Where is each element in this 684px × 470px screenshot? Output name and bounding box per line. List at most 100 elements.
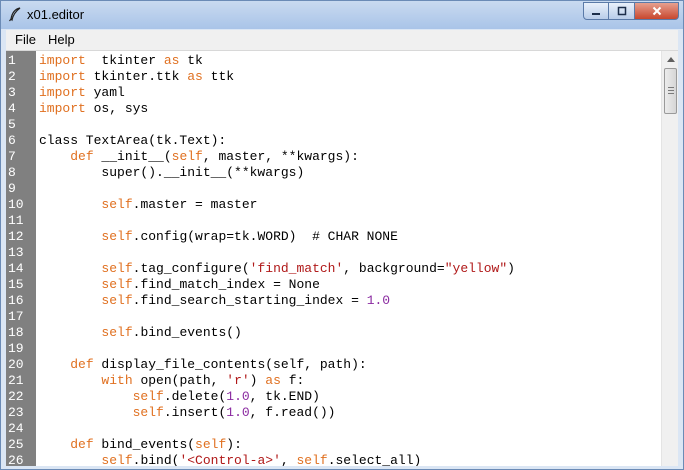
code-line: def __init__(self, master, **kwargs):	[39, 149, 359, 165]
code-token: .bind(	[132, 453, 180, 466]
line-number: 8	[8, 165, 16, 180]
code-token: as	[265, 373, 281, 388]
code-token: "yellow"	[444, 261, 508, 276]
code-token: .tag_configure(	[132, 261, 250, 276]
code-token: .insert(	[163, 405, 227, 420]
editor-client: 1 2 3 4 5 6 7 8 9 10 11 12 13 14 15 16 17 18 19 20 21 22 23 24 2…	[6, 51, 678, 466]
code-token: self	[101, 277, 133, 292]
text-area[interactable]: import tkinter as tk import tkinter.ttk a…	[36, 51, 661, 466]
code-token: with	[101, 373, 133, 388]
code-token: ,	[280, 453, 297, 466]
code-token: self	[101, 229, 133, 244]
code-token: , master, **kwargs):	[202, 149, 359, 164]
line-number: 17	[8, 309, 24, 324]
code-line: def display_file_contents(self, path):	[39, 357, 367, 373]
code-token: 'find_match'	[249, 261, 344, 276]
chevron-up-icon	[666, 57, 675, 62]
grip-line	[668, 87, 674, 88]
close-button[interactable]	[635, 2, 679, 20]
feather-icon	[9, 7, 21, 22]
line-number: 3	[8, 85, 16, 100]
code-token: .config(wrap=tk.WORD) # CHAR NONE	[132, 229, 398, 244]
code-token: .delete(	[163, 389, 227, 404]
minimize-button[interactable]	[583, 2, 609, 20]
code-token: .select_all)	[327, 453, 422, 466]
code-token: ttk	[202, 69, 235, 84]
code-token: import	[39, 85, 86, 100]
code-token: , f.read())	[249, 405, 336, 420]
code-token: def	[70, 149, 94, 164]
menu-help[interactable]: Help	[48, 32, 75, 47]
code-line: self.bind_events()	[39, 325, 241, 341]
line-number: 11	[8, 213, 24, 228]
close-icon	[652, 6, 661, 16]
code-token: self	[101, 197, 133, 212]
window-controls	[583, 2, 679, 21]
code-token: 1.0	[366, 293, 391, 308]
code-token: .find_match_index = None	[132, 277, 320, 292]
line-number: 12	[8, 229, 24, 244]
code-token: self	[101, 325, 133, 340]
code-token: self	[101, 293, 133, 308]
code-token: , background=	[343, 261, 445, 276]
code-token: self	[101, 261, 133, 276]
code-token: class TextArea(tk.Text):	[39, 133, 227, 148]
editor-window: x01.editor File Help 1 2 3 4 5 6 7 8 9 10 11 12 13 14…	[0, 0, 684, 470]
code-token: 1.0	[226, 389, 250, 404]
code-token: .master = master	[132, 197, 258, 212]
line-number: 7	[8, 149, 16, 164]
code-line: self.find_search_starting_index = 1.0	[39, 293, 390, 309]
code-line: self.bind('<Control-a>', self.select_all…	[39, 453, 421, 466]
line-number: 22	[8, 389, 24, 404]
code-token: __init__(	[93, 149, 172, 164]
code-line: class TextArea(tk.Text):	[39, 133, 226, 149]
line-number: 10	[8, 197, 24, 212]
code-line: super().__init__(**kwargs)	[39, 165, 304, 181]
line-number: 5	[8, 117, 16, 132]
line-number: 19	[8, 341, 24, 356]
code-token: .find_search_starting_index =	[132, 293, 367, 308]
code-line: import os, sys	[39, 101, 148, 117]
code-token: import	[39, 101, 86, 116]
line-number-gutter: 1 2 3 4 5 6 7 8 9 10 11 12 13 14 15 16 17 18 19 20 21 22 23 24 2…	[6, 51, 36, 466]
line-number: 15	[8, 277, 24, 292]
code-token: display_file_contents(self, path):	[93, 357, 367, 372]
code-token: )	[507, 261, 515, 276]
grip-line	[668, 90, 674, 91]
line-number: 2	[8, 69, 16, 84]
maximize-button[interactable]	[609, 2, 635, 20]
code-line: import tkinter.ttk as ttk	[39, 69, 234, 85]
scroll-up-arrow[interactable]	[662, 51, 678, 68]
code-line: self.find_match_index = None	[39, 277, 320, 293]
code-line: self.insert(1.0, f.read())	[39, 405, 336, 421]
code-token: super().__init__(**kwargs)	[39, 165, 305, 180]
line-number: 6	[8, 133, 16, 148]
code-line: self.delete(1.0, tk.END)	[39, 389, 320, 405]
scroll-thumb[interactable]	[664, 68, 677, 114]
title-bar[interactable]: x01.editor	[1, 1, 683, 29]
line-number: 21	[8, 373, 24, 388]
code-token: self	[132, 389, 164, 404]
menu-file[interactable]: File	[15, 32, 36, 47]
code-token: tkinter	[85, 53, 164, 68]
grip-line	[668, 93, 674, 94]
code-line: import tkinter as tk	[39, 53, 203, 69]
line-number: 4	[8, 101, 16, 116]
line-number: 25	[8, 437, 24, 452]
vertical-scrollbar[interactable]	[661, 51, 678, 466]
code-token: 1.0	[226, 405, 250, 420]
code-token: self	[171, 149, 203, 164]
window-title: x01.editor	[27, 7, 85, 22]
line-number: 18	[8, 325, 24, 340]
line-number: 23	[8, 405, 24, 420]
code-line: self.master = master	[39, 197, 257, 213]
code-token: as	[163, 53, 180, 68]
